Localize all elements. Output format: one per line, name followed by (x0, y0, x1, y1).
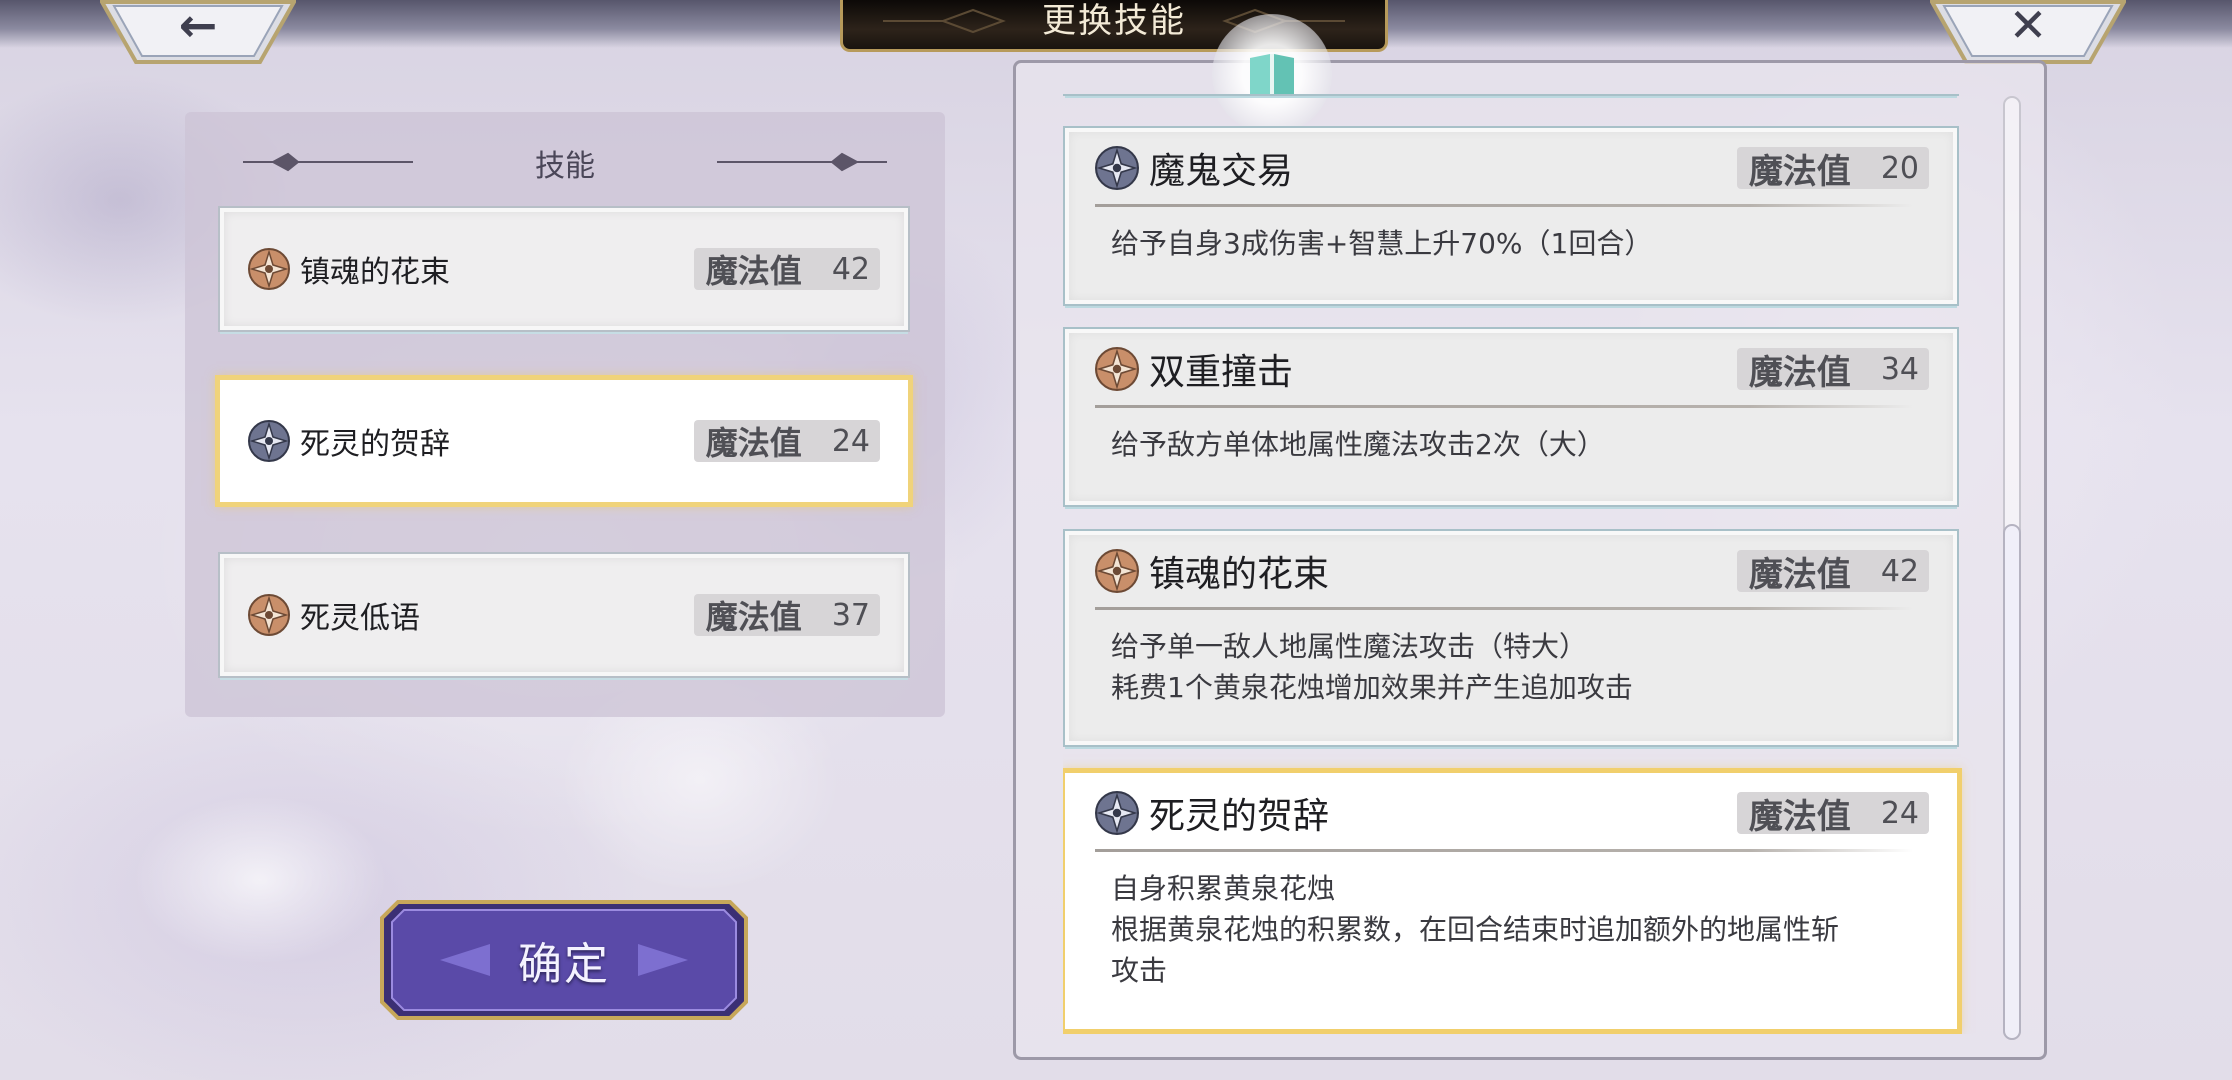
mp-label: 魔法值 (705, 252, 802, 290)
mp-value: 20 (1880, 150, 1919, 186)
skill-card-4[interactable]: 死灵的贺辞 魔法值 24 自身积累黄泉花烛 根据黄泉花烛的积累数，在回合结束时追… (1065, 773, 1957, 1029)
mp-cost-badge: 魔法值 24 (1736, 792, 1929, 837)
earth-element-icon (248, 594, 290, 636)
mp-value: 42 (831, 251, 870, 287)
mp-label: 魔法值 (1748, 352, 1851, 393)
equipped-skills-title: 技能 (535, 149, 595, 184)
header-ornament-left (243, 152, 413, 172)
skill-description-line: 给予敌方单体地属性魔法攻击2次（大） (1111, 428, 1605, 461)
equipped-skill-name: 死灵低语 (300, 601, 420, 636)
skill-description-line: 自身积累黄泉花烛 (1111, 872, 1336, 905)
mp-cost-badge: 魔法值 34 (1736, 348, 1929, 393)
earth-element-icon (1095, 549, 1139, 593)
skill-name: 魔鬼交易 (1149, 151, 1294, 192)
skill-card-3[interactable]: 镇魂的花束 魔法值 42 给予单一敌人地属性魔法攻击（特大） 耗费1个黄泉花烛增… (1065, 531, 1957, 745)
confirm-button-label: 确定 (518, 939, 610, 990)
screen-title: 更换技能 (1042, 1, 1186, 41)
skill-description: 给予敌方单体地属性魔法攻击2次（大） (1069, 408, 1953, 479)
skill-description: 给予自身3成伤害+智慧上升70%（1回合） (1069, 207, 1953, 278)
mp-label: 魔法值 (1748, 554, 1851, 595)
back-button[interactable]: ← (100, 0, 296, 64)
mp-label: 魔法值 (705, 598, 802, 636)
earth-element-icon (248, 248, 290, 290)
skill-card-1[interactable]: 魔鬼交易 魔法值 20 给予自身3成伤害+智慧上升70%（1回合） (1065, 128, 1957, 304)
skill-description-line: 给予自身3成伤害+智慧上升70%（1回合） (1111, 227, 1653, 260)
skill-card-2[interactable]: 双重撞击 魔法值 34 给予敌方单体地属性魔法攻击2次（大） (1065, 329, 1957, 505)
mp-value: 34 (1880, 351, 1919, 387)
mp-value: 42 (1880, 553, 1919, 589)
dark-element-icon (1095, 146, 1139, 190)
skill-list[interactable]: 魔鬼交易 魔法值 20 给予自身3成伤害+智慧上升70%（1回合） 双重撞击 魔… (1063, 94, 1983, 1034)
skill-description: 给予单一敌人地属性魔法攻击（特大） 耗费1个黄泉花烛增加效果并产生追加攻击 (1069, 610, 1953, 722)
skill-description-line: 攻击 (1111, 954, 1168, 987)
mp-value: 37 (831, 597, 870, 633)
mp-cost-badge: 魔法值 37 (693, 594, 880, 636)
dark-element-icon (248, 420, 290, 462)
skill-description: 自身积累黄泉花烛 根据黄泉花烛的积累数，在回合结束时追加额外的地属性斩 攻击 (1069, 852, 1953, 1005)
mp-label: 魔法值 (1748, 796, 1851, 837)
skill-description-line: 根据黄泉花烛的积累数，在回合结束时追加额外的地属性斩 (1111, 913, 1840, 946)
mp-label: 魔法值 (705, 424, 802, 462)
mp-label: 魔法值 (1748, 151, 1851, 192)
mp-cost-badge: 魔法值 20 (1736, 147, 1929, 192)
equipped-skills-panel: 技能 镇魂的花束 魔法值 42 死灵的贺辞 魔法值 24 死灵低语 魔法值 37 (185, 112, 945, 717)
equipped-skill-slot-3[interactable]: 死灵低语 魔法值 37 (220, 554, 908, 676)
skill-description-line: 给予单一敌人地属性魔法攻击（特大） (1111, 630, 1588, 663)
equipped-skill-slot-2[interactable]: 死灵的贺辞 魔法值 24 (220, 380, 908, 502)
confirm-button[interactable]: 确定 (380, 900, 748, 1020)
close-button[interactable]: ✕ (1930, 0, 2126, 64)
back-arrow-icon: ← (178, 0, 218, 52)
equipped-skills-header: 技能 (185, 138, 945, 188)
equipped-skill-name: 镇魂的花束 (300, 255, 450, 290)
scrollbar-thumb[interactable] (2003, 524, 2021, 1040)
skill-description-line: 耗费1个黄泉花烛增加效果并产生追加攻击 (1111, 671, 1633, 704)
skill-name: 死灵的贺辞 (1149, 796, 1330, 837)
equipped-skill-name: 死灵的贺辞 (300, 427, 450, 462)
equipped-skill-slot-1[interactable]: 镇魂的花束 魔法值 42 (220, 208, 908, 330)
mp-cost-badge: 魔法值 42 (693, 248, 880, 290)
dark-element-icon (1095, 791, 1139, 835)
mp-value: 24 (1880, 795, 1919, 831)
skill-name: 镇魂的花束 (1149, 554, 1330, 595)
mp-cost-badge: 魔法值 24 (693, 420, 880, 462)
earth-element-icon (1095, 347, 1139, 391)
mp-cost-badge: 魔法值 42 (1736, 550, 1929, 595)
title-ornament-left (883, 8, 1006, 34)
skill-name: 双重撞击 (1149, 352, 1294, 393)
close-icon: ✕ (2008, 0, 2048, 52)
mp-value: 24 (831, 423, 870, 459)
header-ornament-right (717, 152, 887, 172)
